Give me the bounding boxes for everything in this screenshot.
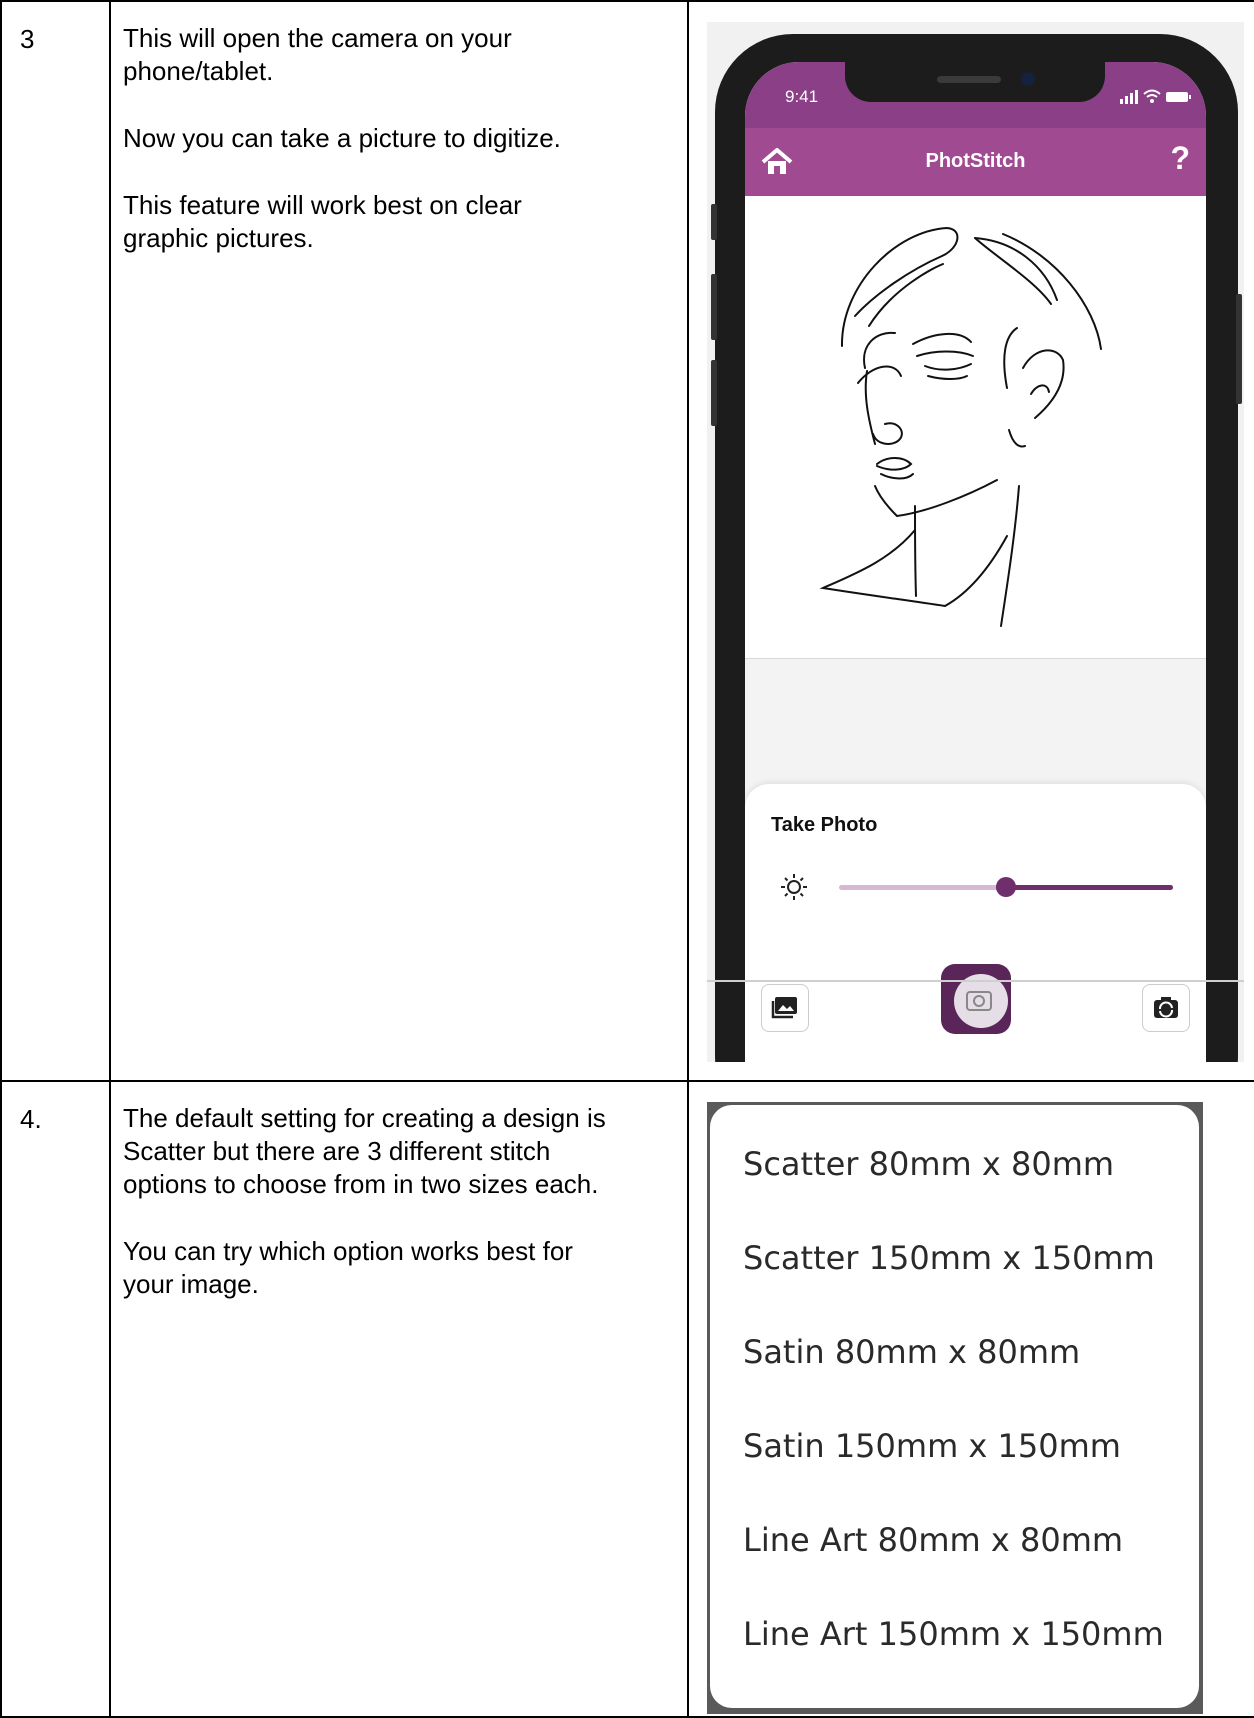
- paragraph: This feature will work best on clear gra…: [123, 190, 522, 253]
- stitch-option[interactable]: Scatter 80mm x 80mm: [743, 1145, 1114, 1183]
- step-number: 4.: [0, 1080, 111, 1718]
- speaker: [937, 76, 1001, 83]
- front-camera: [1021, 72, 1035, 86]
- captured-photo: [745, 196, 1206, 658]
- volume-down-button: [711, 360, 717, 426]
- gallery-icon: [771, 997, 797, 1019]
- camera-icon: [966, 991, 992, 1011]
- stitch-option[interactable]: Satin 150mm x 150mm: [743, 1427, 1121, 1465]
- stitch-options-screenshot: Scatter 80mm x 80mm Scatter 150mm x 150m…: [707, 1102, 1203, 1714]
- sheet-title: Take Photo: [771, 814, 878, 836]
- instructions-table: 3 This will open the camera on your phon…: [0, 0, 1254, 1718]
- stitch-option[interactable]: Line Art 150mm x 150mm: [743, 1615, 1164, 1653]
- step-number: 3: [0, 0, 111, 1082]
- screenshot-cell: Scatter 80mm x 80mm Scatter 150mm x 150m…: [687, 1080, 1254, 1718]
- help-icon[interactable]: ?: [1170, 140, 1190, 177]
- table-row: 4. The default setting for creating a de…: [0, 1080, 1254, 1718]
- take-photo-sheet: Take Photo: [745, 784, 1206, 1062]
- capture-button-highlight: [954, 974, 1008, 1028]
- status-time: 9:41: [785, 87, 819, 106]
- stitch-option[interactable]: Scatter 150mm x 150mm: [743, 1239, 1155, 1277]
- capture-button[interactable]: [941, 964, 1011, 1034]
- screenshot-cell: 9:41 PhotStitch ? Take Photo: [687, 0, 1254, 1082]
- paragraph: The default setting for creating a desig…: [123, 1103, 606, 1199]
- status-bar: 9:41: [745, 62, 1206, 128]
- stitch-option[interactable]: Line Art 80mm x 80mm: [743, 1521, 1123, 1559]
- signal-wifi-battery-icon: [1120, 89, 1191, 104]
- step-description: The default setting for creating a desig…: [109, 1080, 689, 1718]
- notch: [845, 62, 1105, 102]
- paragraph: You can try which option works best for …: [123, 1236, 573, 1299]
- sun-icon: [781, 874, 807, 900]
- power-button: [1236, 294, 1242, 404]
- slider-thumb[interactable]: [996, 877, 1016, 897]
- stitch-option[interactable]: Satin 80mm x 80mm: [743, 1333, 1080, 1371]
- screenshot-edge: [707, 980, 1244, 982]
- app-header: PhotStitch ?: [745, 128, 1206, 196]
- mute-switch: [711, 204, 717, 240]
- volume-up-button: [711, 274, 717, 340]
- paragraph: Now you can take a picture to digitize.: [123, 123, 561, 153]
- table-row: 3 This will open the camera on your phon…: [0, 0, 1254, 1082]
- phone-screen: 9:41 PhotStitch ? Take Photo: [745, 62, 1206, 1062]
- paragraph: This will open the camera on your phone/…: [123, 23, 512, 86]
- phone-frame: 9:41 PhotStitch ? Take Photo: [711, 34, 1242, 1062]
- app-title: PhotStitch: [925, 150, 1026, 172]
- step-description: This will open the camera on your phone/…: [109, 0, 689, 1082]
- switch-camera-icon: [1154, 997, 1178, 1018]
- stitch-options-menu: Scatter 80mm x 80mm Scatter 150mm x 150m…: [710, 1105, 1199, 1708]
- phone-screenshot: 9:41 PhotStitch ? Take Photo: [707, 22, 1244, 1062]
- switch-camera-button[interactable]: [1142, 984, 1190, 1032]
- line-art-face-drawing: [819, 226, 1102, 627]
- slider-fill: [1006, 885, 1173, 890]
- gallery-button[interactable]: [761, 984, 809, 1032]
- brightness-slider[interactable]: [839, 877, 1173, 897]
